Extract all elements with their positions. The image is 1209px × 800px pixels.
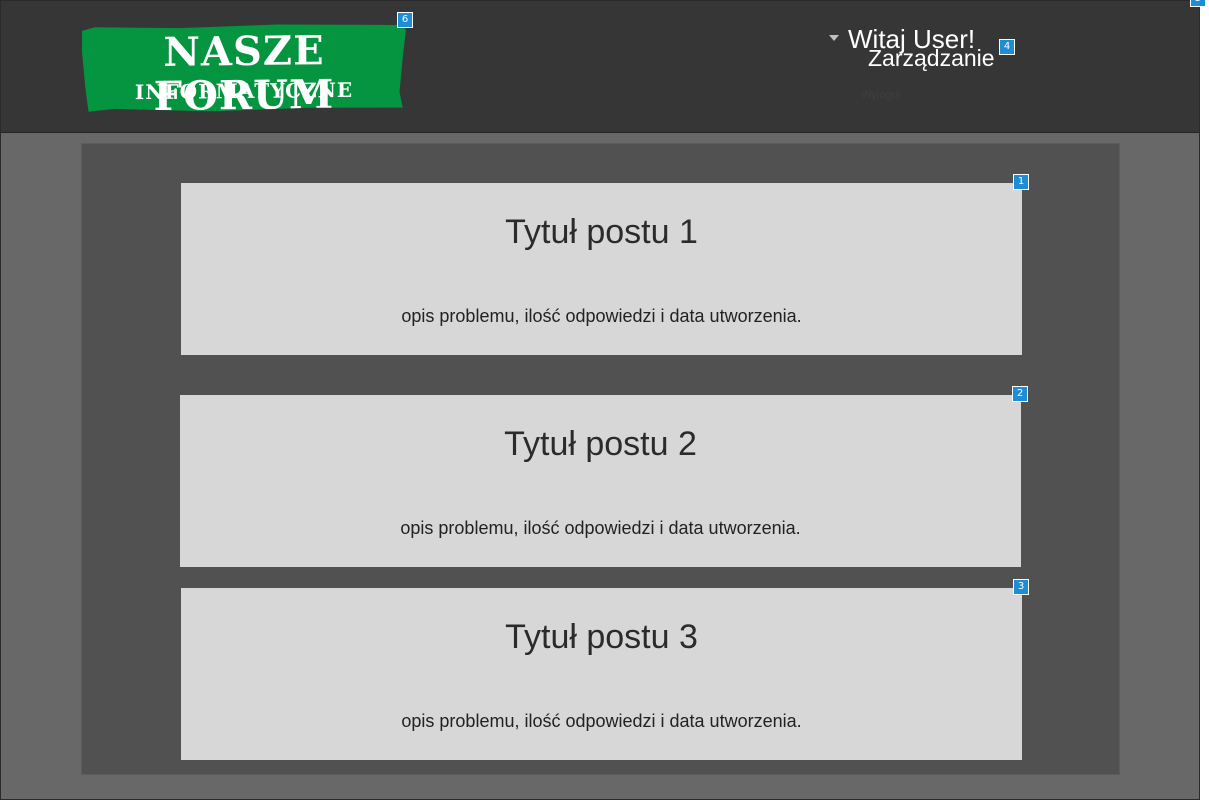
post-card[interactable]: Tytuł postu 2 opis problemu, ilość odpow… (180, 395, 1021, 567)
marker-badge: 6 (397, 12, 413, 28)
post-title[interactable]: Tytuł postu 3 (181, 618, 1022, 656)
marker-badge: 2 (1012, 386, 1028, 402)
caret-down-icon[interactable] (829, 35, 839, 41)
logout-link[interactable]: Wyloguj (861, 89, 900, 102)
marker-badge: 3 (1013, 579, 1029, 595)
logo-subtitle: INFORMATYCZNE (134, 77, 354, 105)
marker-badge: 4 (999, 39, 1015, 55)
post-title[interactable]: Tytuł postu 2 (180, 425, 1021, 463)
logo-title: NASZE FORUM (153, 27, 335, 120)
header: NASZE FORUM INFORMATYCZNE Witaj User! Za… (1, 1, 1199, 133)
forum-logo[interactable]: NASZE FORUM INFORMATYCZNE (82, 22, 406, 112)
marker-badge: 1 (1013, 174, 1029, 190)
post-card[interactable]: Tytuł postu 1 opis problemu, ilość odpow… (181, 183, 1022, 355)
post-card[interactable]: Tytuł postu 3 opis problemu, ilość odpow… (181, 588, 1022, 760)
post-title[interactable]: Tytuł postu 1 (181, 213, 1022, 251)
user-menu[interactable]: Witaj User! Zarządzanie Wyloguj (827, 25, 1027, 105)
manage-link[interactable]: Zarządzanie (868, 46, 995, 71)
post-description: opis problemu, ilość odpowiedzi i data u… (401, 711, 802, 731)
post-description: opis problemu, ilość odpowiedzi i data u… (400, 518, 801, 538)
marker-badge: 5 (1190, 0, 1206, 7)
post-description: opis problemu, ilość odpowiedzi i data u… (401, 306, 802, 326)
post-list: Tytuł postu 1 opis problemu, ilość odpow… (81, 143, 1120, 775)
